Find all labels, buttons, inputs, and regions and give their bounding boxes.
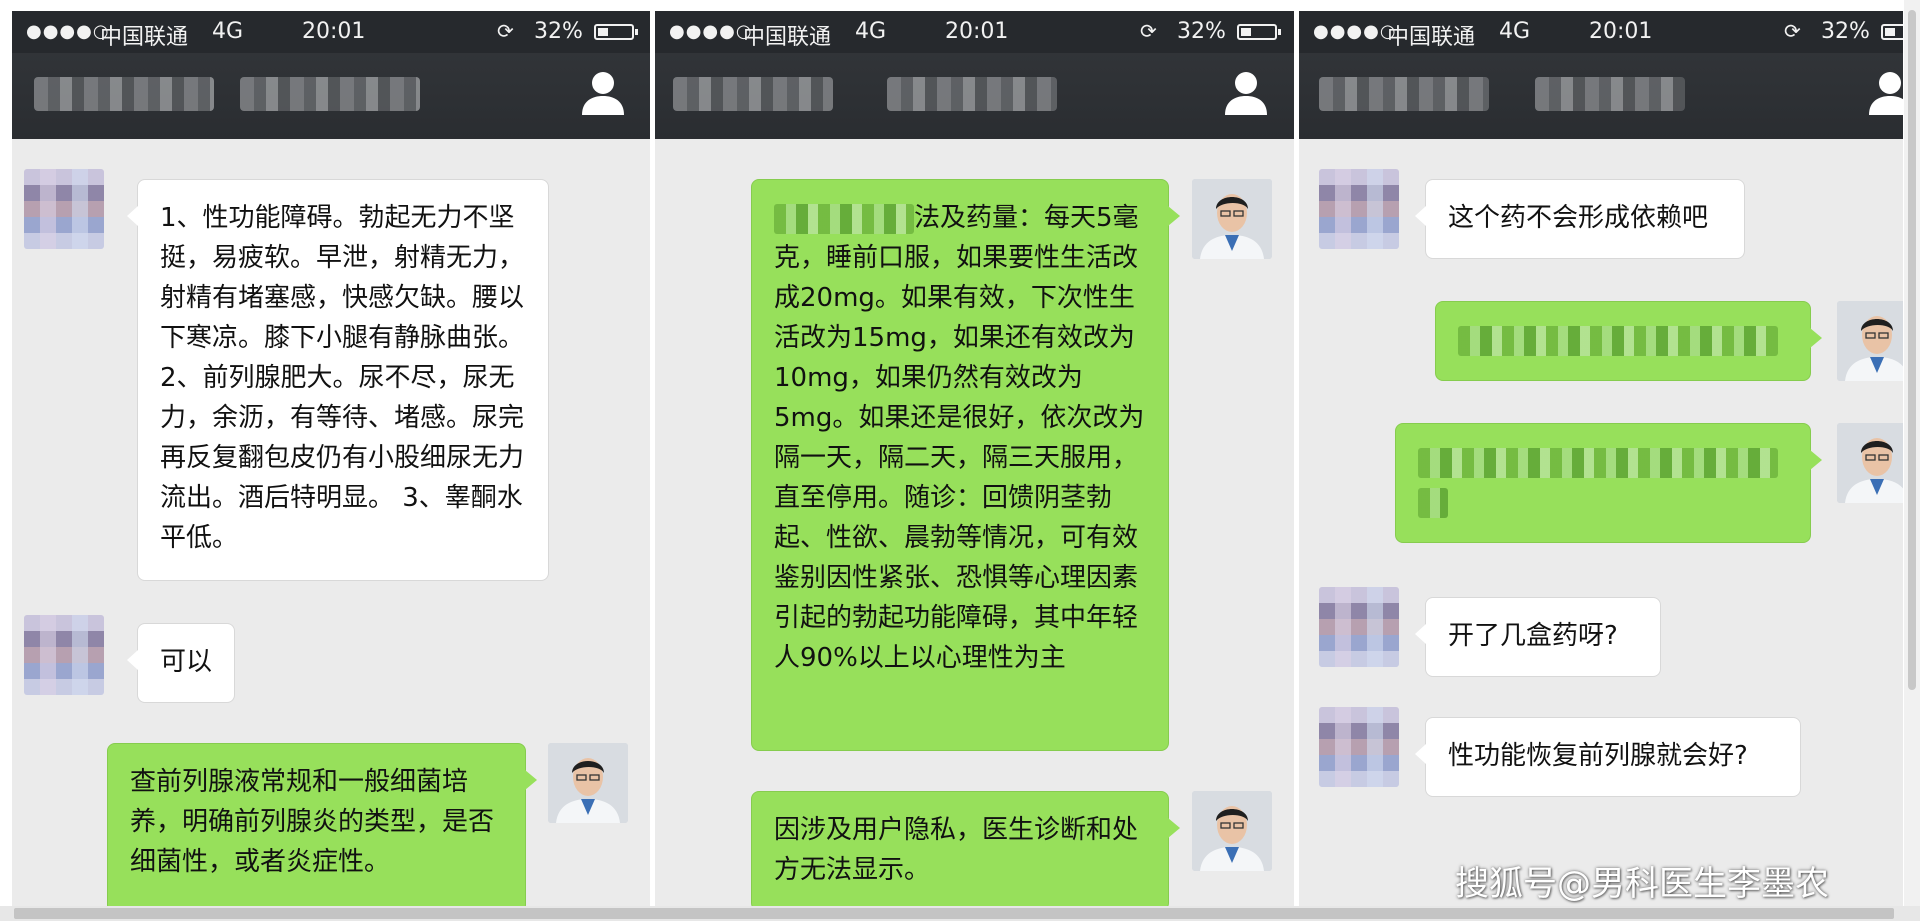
doctor-portrait-icon [1837, 301, 1903, 381]
message-bubble: 查前列腺液常规和一般细菌培养，明确前列腺炎的类型，是否细菌性，或者炎症性。 [107, 743, 537, 911]
status-bar: ●●●●○ 中国联通 4G 20:01 ⟳ 32% [12, 11, 650, 53]
message-text: 法及药量：每天5毫克，睡前口服，如果要性生活改成20mg。如果有效，下次性生活改… [774, 203, 1145, 673]
watermark: 搜狐号@男科医生李墨农 [1455, 864, 1829, 904]
message-text: 可以 [160, 647, 213, 677]
battery-percent: 32% [1821, 19, 1870, 44]
battery-icon [1237, 24, 1281, 40]
doctor-avatar[interactable] [1837, 423, 1903, 503]
signal-indicator: ●●●●○ [1313, 21, 1397, 42]
network-label: 4G [212, 19, 244, 44]
doctor-avatar[interactable] [1837, 301, 1903, 381]
battery-percent: 32% [534, 19, 583, 44]
signal-indicator: ●●●●○ [26, 21, 110, 42]
message-text: 性功能恢复前列腺就会好? [1448, 741, 1748, 771]
signal-indicator: ●●●●○ [669, 21, 753, 42]
blurred-title [673, 77, 833, 111]
clock: 20:01 [1589, 19, 1653, 44]
avatar[interactable] [24, 615, 104, 695]
chat-title-bar [655, 53, 1294, 139]
blurred-title [1535, 77, 1685, 111]
user-profile-icon[interactable] [1867, 69, 1903, 117]
battery-percent: 32% [1177, 19, 1226, 44]
carrier-label: 中国联通 [100, 25, 189, 50]
battery-icon [1881, 24, 1903, 40]
rotation-lock-icon: ⟳ [497, 19, 514, 43]
carrier-label: 中国联通 [743, 25, 832, 50]
message-bubble [1395, 423, 1822, 543]
doctor-portrait-icon [1192, 179, 1272, 259]
doctor-avatar[interactable] [548, 743, 628, 823]
message-bubble [1435, 301, 1822, 381]
vertical-scrollbar[interactable] [1904, 0, 1920, 906]
scroll-thumb[interactable] [1908, 10, 1916, 690]
message-text: 这个药不会形成依赖吧 [1448, 203, 1709, 233]
avatar[interactable] [1319, 169, 1399, 249]
rotation-lock-icon: ⟳ [1140, 19, 1157, 43]
chat-title-bar [12, 53, 650, 139]
blurred-text [774, 203, 914, 234]
horizontal-scrollbar[interactable] [0, 906, 1920, 921]
message-bubble: 因涉及用户隐私，医生诊断和处方无法显示。 [751, 791, 1180, 911]
chat-screenshot-1: ●●●●○ 中国联通 4G 20:01 ⟳ 32% 1、性功能障碍。勃起无力不坚… [12, 11, 650, 911]
blurred-title [34, 77, 214, 111]
blurred-text [1418, 487, 1448, 518]
doctor-portrait-icon [1192, 791, 1272, 871]
clock: 20:01 [302, 19, 366, 44]
message-bubble: 法及药量：每天5毫克，睡前口服，如果要性生活改成20mg。如果有效，下次性生活改… [751, 179, 1180, 751]
avatar[interactable] [24, 169, 104, 249]
message-bubble: 1、性功能障碍。勃起无力不坚挺，易疲软。早泄，射精无力，射精有堵塞感，快感欠缺。… [127, 179, 549, 581]
message-bubble: 这个药不会形成依赖吧 [1415, 179, 1745, 259]
status-bar: ●●●●○ 中国联通 4G 20:01 ⟳ 32% [655, 11, 1294, 53]
carrier-label: 中国联通 [1387, 25, 1476, 50]
chat-screenshot-2: ●●●●○ 中国联通 4G 20:01 ⟳ 32% 法及药量：每天5毫克，睡前口… [655, 11, 1294, 911]
doctor-avatar[interactable] [1192, 179, 1272, 259]
doctor-avatar[interactable] [1192, 791, 1272, 871]
blurred-title [1319, 77, 1489, 111]
message-bubble: 性功能恢复前列腺就会好? [1415, 717, 1801, 797]
chat-title-bar [1299, 53, 1903, 139]
network-label: 4G [855, 19, 887, 44]
doctor-portrait-icon [548, 743, 628, 823]
doctor-portrait-icon [1837, 423, 1903, 503]
blurred-text [1458, 325, 1778, 356]
blurred-text [1418, 447, 1778, 478]
status-bar: ●●●●○ 中国联通 4G 20:01 ⟳ 32% [1299, 11, 1903, 53]
battery-icon [594, 24, 638, 40]
avatar[interactable] [1319, 707, 1399, 787]
blurred-title [240, 77, 420, 111]
user-profile-icon[interactable] [580, 69, 626, 117]
blurred-title [887, 77, 1057, 111]
network-label: 4G [1499, 19, 1531, 44]
message-text: 因涉及用户隐私，医生诊断和处方无法显示。 [774, 815, 1139, 885]
scroll-thumb[interactable] [14, 908, 1894, 919]
message-bubble: 开了几盒药呀? [1415, 597, 1661, 677]
message-text: 1、性功能障碍。勃起无力不坚挺，易疲软。早泄，射精无力，射精有堵塞感，快感欠缺。… [160, 203, 525, 553]
message-text: 开了几盒药呀? [1448, 621, 1618, 651]
rotation-lock-icon: ⟳ [1784, 19, 1801, 43]
clock: 20:01 [945, 19, 1009, 44]
message-bubble: 可以 [127, 623, 235, 703]
chat-screenshot-3: ●●●●○ 中国联通 4G 20:01 ⟳ 32% 这个药不会形成依赖吧 开了几… [1299, 11, 1903, 911]
user-profile-icon[interactable] [1223, 69, 1269, 117]
message-text: 查前列腺液常规和一般细菌培养，明确前列腺炎的类型，是否细菌性，或者炎症性。 [130, 767, 495, 877]
avatar[interactable] [1319, 587, 1399, 667]
